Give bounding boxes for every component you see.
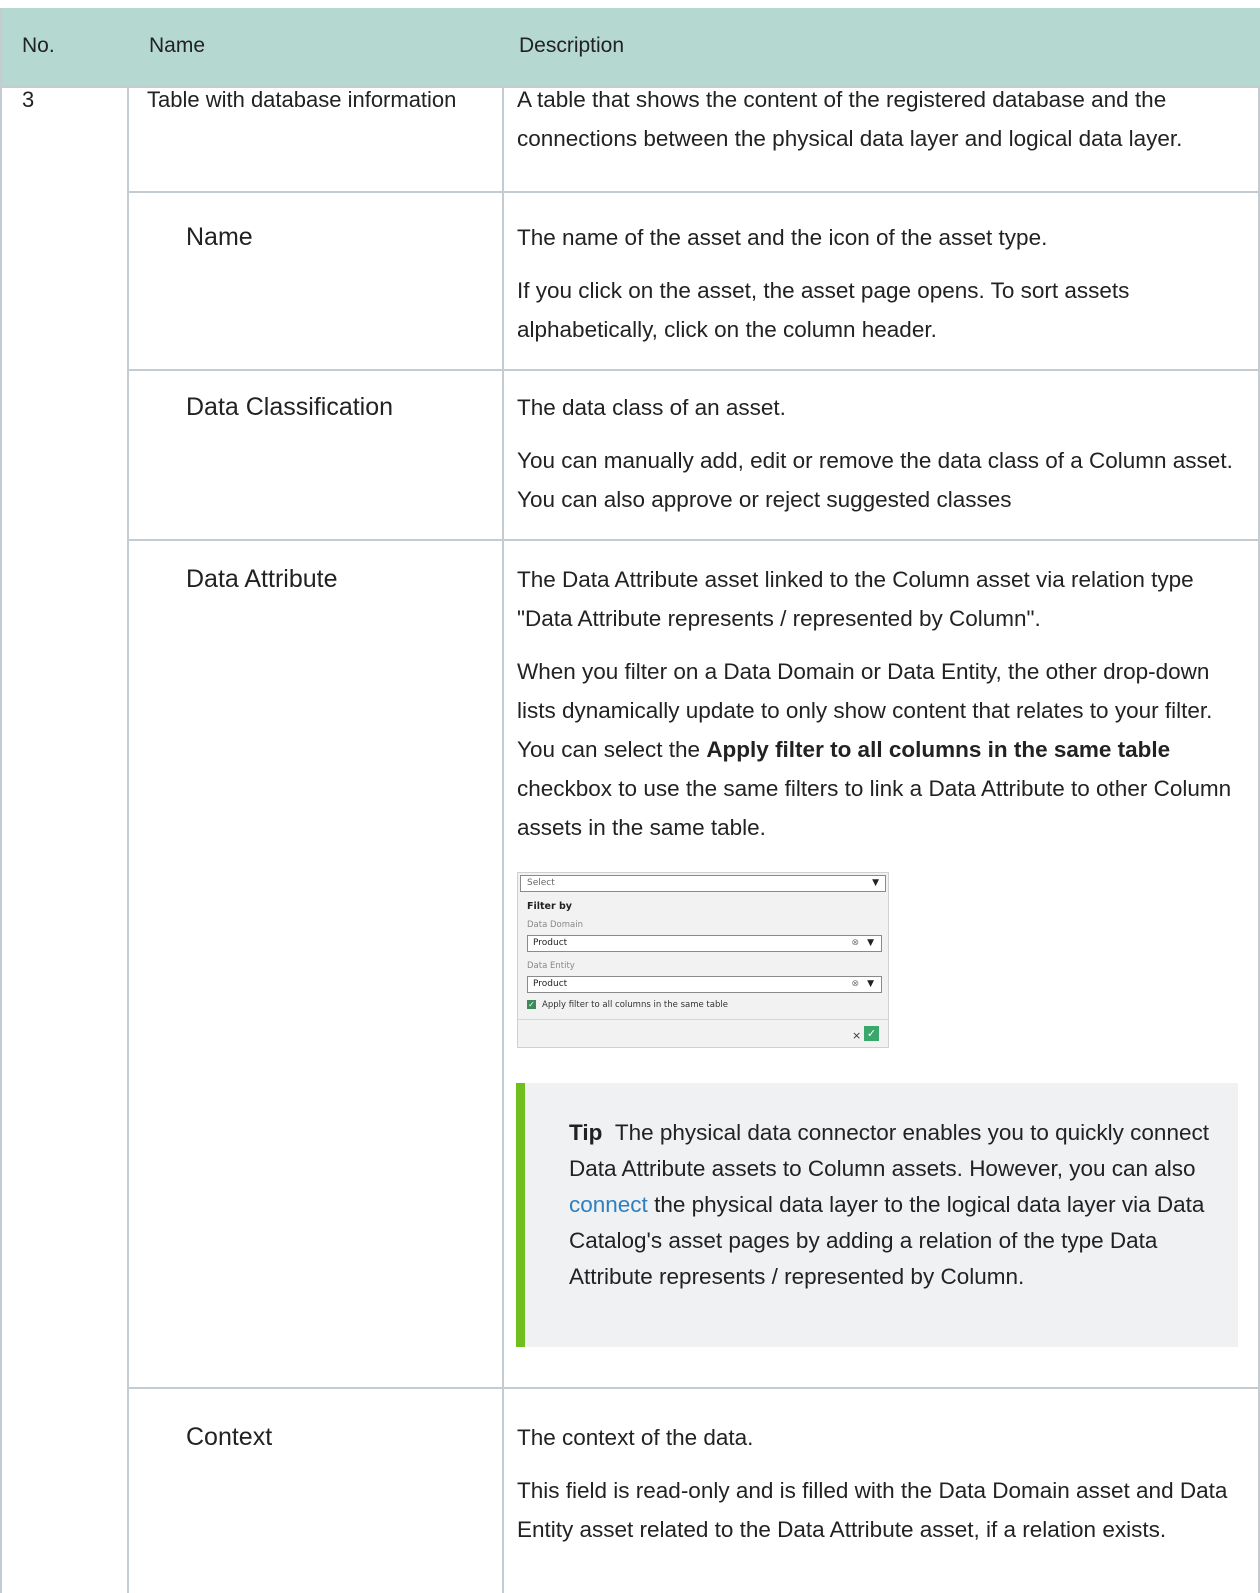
text: checkbox to use the same filters to link… [517,776,1232,840]
subrow-name-label: Name [186,223,253,251]
subrow-classification-label: Data Classification [186,393,394,421]
domain-value: Product [533,938,568,948]
table-header: No. Name Description [0,8,1260,86]
cancel-icon[interactable]: × [852,1029,861,1042]
border-left [0,86,2,1593]
row-divider [127,539,1260,541]
entity-select[interactable]: Product ⊗ ▼ [527,976,882,993]
subrow-context-description: The context of the data. This field is r… [517,1418,1247,1549]
clear-icon[interactable]: ⊗ [851,977,859,992]
subrow-name-description: The name of the asset and the icon of th… [517,218,1247,349]
confirm-icon[interactable]: ✓ [864,1026,879,1041]
caret-down-icon[interactable]: ▼ [867,936,874,951]
apply-filter-checkbox-row[interactable]: ✓ Apply filter to all columns in the same… [527,1000,728,1010]
caret-down-icon[interactable]: ▼ [867,977,874,992]
info-table: No. Name Description 3 Table with databa… [0,0,1260,1593]
tip-label: Tip [569,1120,603,1145]
row-divider [127,369,1260,371]
header-description: Description [519,34,625,57]
domain-select[interactable]: Product ⊗ ▼ [527,935,882,952]
paragraph: When you filter on a Data Domain or Data… [517,652,1247,847]
subrow-attribute-label: Data Attribute [186,565,338,593]
paragraph: The data class of an asset. [517,395,786,420]
paragraph: The name of the asset and the icon of th… [517,225,1048,250]
filter-by-heading: Filter by [527,901,572,912]
checkbox-label: Apply filter to all columns in the same … [542,1000,728,1010]
checkbox-option-name: Apply filter to all columns in the same … [706,737,1171,762]
header-no: No. [22,34,55,57]
select-placeholder: Select [527,878,555,888]
paragraph: The Data Attribute asset linked to the C… [517,567,1194,631]
text: the physical data layer to the logical d… [569,1192,1205,1289]
header-name: Name [149,34,206,57]
paragraph: The context of the data. [517,1425,754,1450]
connect-link[interactable]: connect [569,1192,648,1217]
checkbox-checked-icon[interactable]: ✓ [527,1000,536,1009]
select-dropdown[interactable]: Select ▼ [520,875,886,892]
paragraph: You can manually add, edit or remove the… [517,448,1233,512]
tip-callout: Tip The physical data connector enables … [516,1083,1238,1347]
row-description: A table that shows the content of the re… [517,80,1247,158]
caret-down-icon: ▼ [872,878,879,888]
entity-value: Product [533,979,568,989]
entity-label: Data Entity [527,961,575,971]
row-description-text: A table that shows the content of the re… [517,87,1183,151]
domain-label: Data Domain [527,920,583,930]
subrow-classification-description: The data class of an asset. You can manu… [517,388,1247,519]
subrow-context-label: Context [186,1423,273,1451]
row-divider [127,191,1260,193]
border-col-1 [127,86,129,1593]
paragraph: If you click on the asset, the asset pag… [517,278,1130,342]
border-col-2 [502,86,504,1593]
row-number: 3 [22,87,35,112]
divider [518,1019,888,1020]
filter-widget-screenshot: Select ▼ Filter by Data Domain Product ⊗… [517,872,889,1048]
clear-icon[interactable]: ⊗ [851,936,859,951]
tip-text: Tip The physical data connector enables … [569,1115,1209,1295]
text: The physical data connector enables you … [569,1120,1209,1181]
subrow-attribute-description: The Data Attribute asset linked to the C… [517,560,1247,847]
row-divider [127,1387,1260,1389]
row-name: Table with database information [147,87,457,112]
paragraph: This field is read-only and is filled wi… [517,1478,1228,1542]
